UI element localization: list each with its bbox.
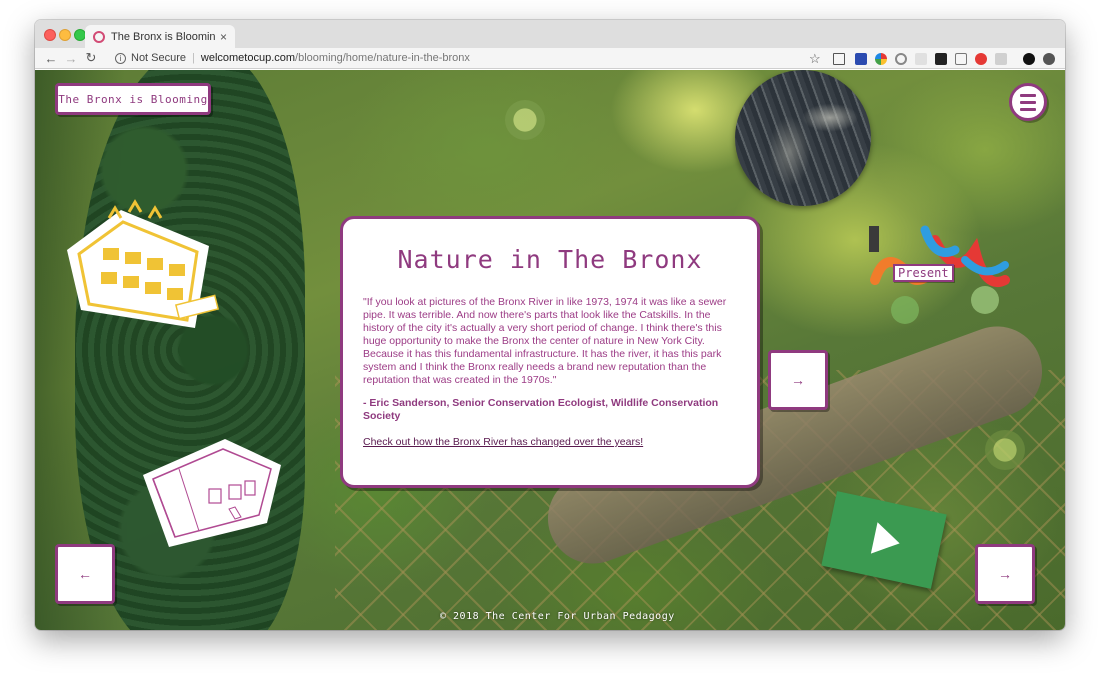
site-logo[interactable]: The Bronx is Blooming <box>55 83 211 115</box>
extension-icon[interactable] <box>1043 53 1055 65</box>
page-viewport: The Bronx is Blooming Present Nature in … <box>35 70 1065 630</box>
browser-tab[interactable]: The Bronx is Blooming | Nature × <box>85 25 235 48</box>
browser-window: The Bronx is Blooming | Nature × ← → ↻ i… <box>35 20 1065 630</box>
river-rock-image[interactable] <box>735 70 871 206</box>
address-separator: | <box>192 52 195 64</box>
extension-icon[interactable] <box>875 53 887 65</box>
extension-icon[interactable] <box>915 53 927 65</box>
menu-icon-line <box>1020 100 1036 104</box>
extension-icon[interactable] <box>1023 53 1035 65</box>
browser-toolbar: ← → ↻ i Not Secure | welcometocup.com/bl… <box>35 48 1065 69</box>
tab-bar: The Bronx is Blooming | Nature × <box>35 20 1065 48</box>
extension-icon[interactable] <box>975 53 987 65</box>
pink-house-sketch[interactable] <box>139 435 284 550</box>
reload-icon[interactable]: ↻ <box>81 50 101 66</box>
card-next-button[interactable]: → <box>768 350 828 410</box>
page-title: Nature in The Bronx <box>397 245 703 274</box>
extension-icon[interactable] <box>995 53 1007 65</box>
quote-attribution: - Eric Sanderson, Senior Conservation Ec… <box>363 397 719 422</box>
quote-text: "If you look at pictures of the Bronx Ri… <box>363 296 727 386</box>
play-icon <box>870 522 903 559</box>
url-host[interactable]: welcometocup.com <box>201 52 295 64</box>
bookmark-star-icon[interactable]: ☆ <box>809 51 821 67</box>
arrow-left-icon: ← <box>78 566 92 582</box>
url-path[interactable]: /blooming/home/nature-in-the-bronx <box>295 52 470 64</box>
arrow-right-icon: → <box>998 566 1012 582</box>
menu-button[interactable] <box>1009 83 1047 121</box>
arrow-right-icon: → <box>791 372 805 388</box>
present-label[interactable]: Present <box>893 264 954 282</box>
content-card: Nature in The Bronx "If you look at pict… <box>340 216 760 488</box>
menu-icon <box>1020 93 1036 97</box>
tab-title: The Bronx is Blooming | Nature <box>111 30 216 43</box>
extension-icon[interactable] <box>833 53 845 65</box>
grape-cluster-image <box>505 100 545 140</box>
minimize-window-button[interactable] <box>59 29 71 41</box>
next-page-button[interactable]: → <box>975 544 1035 604</box>
tab-close-icon[interactable]: × <box>220 30 227 44</box>
back-icon[interactable]: ← <box>41 51 61 66</box>
previous-page-button[interactable]: ← <box>55 544 115 604</box>
extension-icon[interactable] <box>955 53 967 65</box>
extension-icon[interactable] <box>935 53 947 65</box>
bronx-river-link[interactable]: Check out how the Bronx River has change… <box>363 436 737 448</box>
menu-icon-line <box>1020 107 1036 111</box>
favicon-icon <box>93 30 105 43</box>
footer-copyright: © 2018 The Center For Urban Pedagogy <box>440 611 675 622</box>
extension-icon[interactable] <box>855 53 867 65</box>
grape-cluster-image <box>985 430 1025 470</box>
info-icon[interactable]: i <box>115 52 126 64</box>
yellow-building-sketch[interactable] <box>59 188 229 338</box>
extension-icon[interactable] <box>895 53 907 65</box>
forward-icon[interactable]: → <box>61 51 81 66</box>
security-label: Not Secure <box>131 52 187 64</box>
close-window-button[interactable] <box>44 29 56 41</box>
